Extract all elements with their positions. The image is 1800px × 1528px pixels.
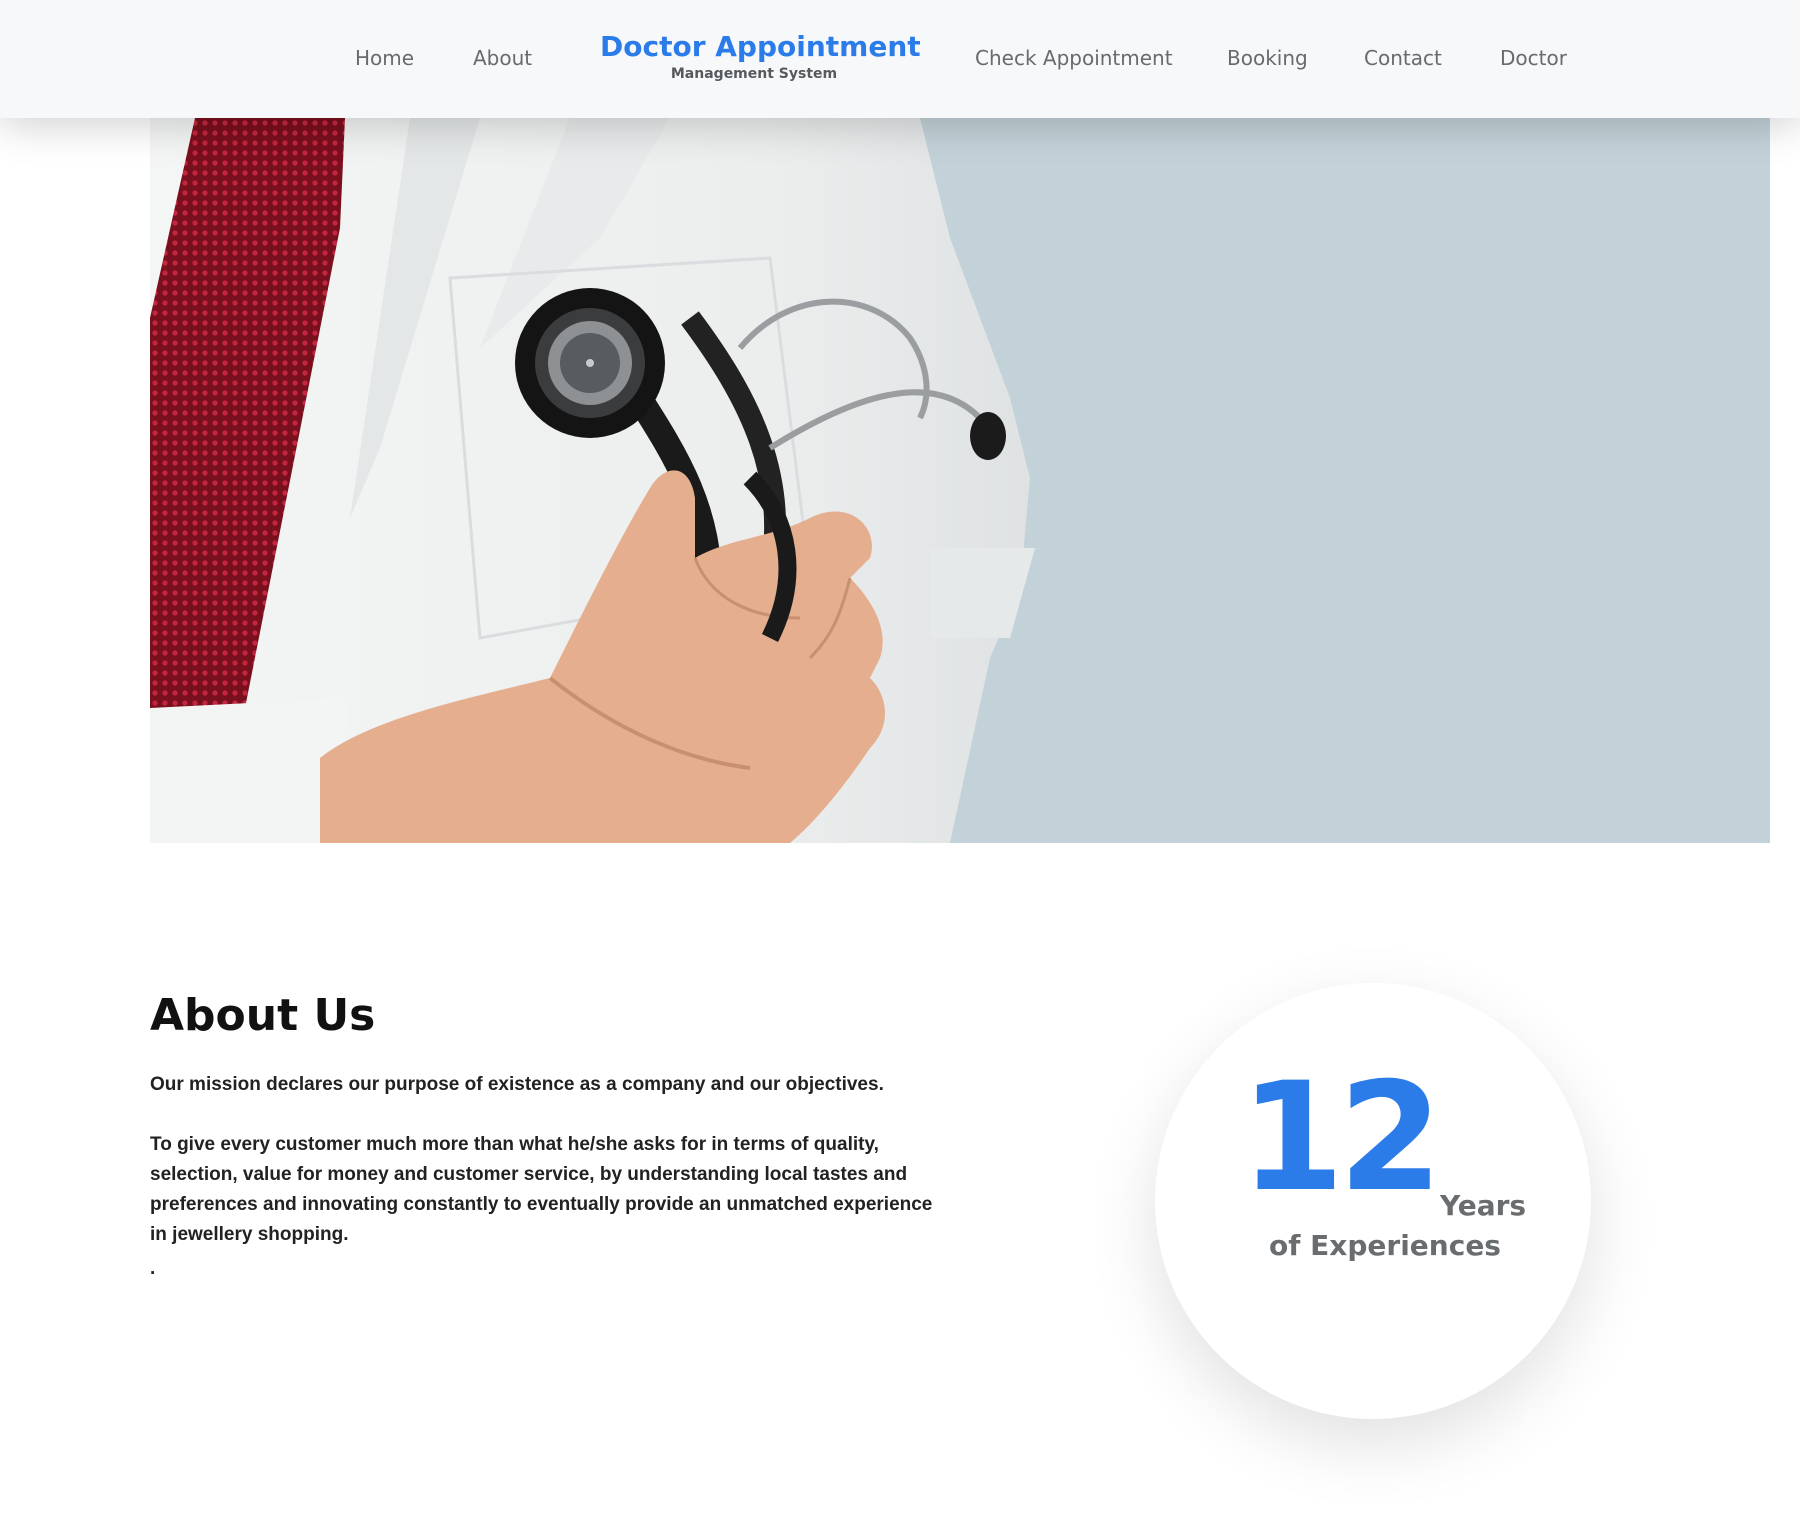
nav-doctor-link[interactable]: Doctor [1500, 44, 1567, 72]
nav-home-link[interactable]: Home [355, 44, 414, 72]
hero-doctor-image [150, 118, 1770, 843]
nav-booking-link[interactable]: Booking [1227, 44, 1308, 72]
brand-title: Doctor Appointment [600, 30, 921, 63]
about-us-heading: About Us [150, 990, 376, 1041]
nav-contact-link[interactable]: Contact [1364, 44, 1442, 72]
nav-about-link[interactable]: About [473, 44, 532, 72]
experience-number: 12 [1240, 1051, 1443, 1225]
nav-check-appointment-link[interactable]: Check Appointment [975, 44, 1173, 72]
about-goal-text: To give every customer much more than wh… [150, 1134, 933, 1245]
page: Home About Doctor Appointment Management… [0, 0, 1800, 1528]
top-navbar: Home About Doctor Appointment Management… [0, 0, 1800, 118]
experience-label: of Experiences [1269, 1229, 1501, 1262]
doctor-stethoscope-illustration [150, 118, 1035, 843]
experience-unit: Years [1440, 1189, 1527, 1222]
about-mission-text: Our mission declares our purpose of exis… [150, 1074, 884, 1095]
about-trailing-dot: . [150, 1258, 156, 1279]
experience-badge: 12 Years of Experiences [1155, 983, 1591, 1419]
brand-subtitle: Management System [670, 66, 838, 82]
brand-logo-link[interactable]: Doctor Appointment Management System [600, 28, 921, 82]
